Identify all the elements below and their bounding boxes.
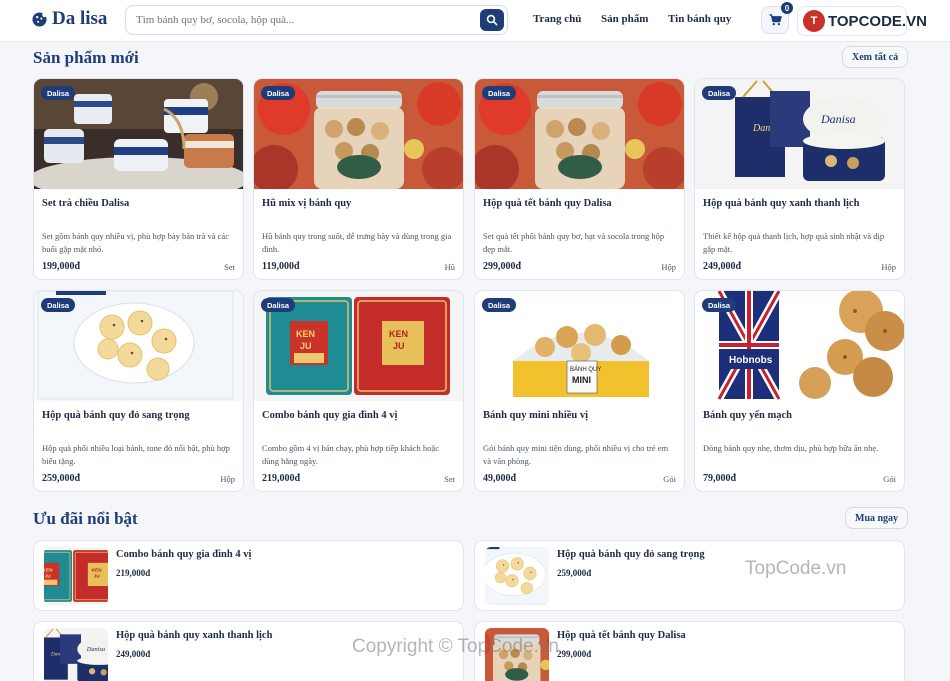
site-logo-text: Da lisa [52, 8, 108, 29]
svg-text:Hobnobs: Hobnobs [729, 355, 773, 366]
site-logo[interactable]: Da lisa [32, 8, 107, 30]
product-price: 199,000đ [42, 261, 81, 272]
buy-now-button[interactable]: Mua ngay [845, 507, 909, 529]
product-unit: Hộp [661, 262, 676, 272]
topcode-logo-icon: T [803, 10, 825, 32]
product-name[interactable]: Combo bánh quy gia đình 4 vị [262, 410, 397, 421]
svg-text:JU: JU [300, 341, 312, 351]
svg-text:JU: JU [45, 574, 52, 580]
svg-text:KEN: KEN [92, 567, 103, 573]
view-all-button[interactable]: Xem tất cả [842, 46, 909, 68]
product-card[interactable]: BÁNH QUY MINI Dalisa Bánh quy mini nhiều … [474, 290, 685, 492]
product-description: Thiết kế hộp quà thanh lịch, hợp quà sin… [703, 231, 885, 254]
nav-products[interactable]: Sản phẩm [601, 13, 648, 25]
new-products-title: Sản phẩm mới [33, 48, 139, 67]
product-description: Dòng bánh quy nhẹ, thơm dịu, phù hợp bữa… [703, 443, 879, 453]
product-description: Gói bánh quy mini tiện dùng, phối nhiều … [483, 443, 669, 466]
offer-card[interactable]: Danisa Danisa Hộp quà bánh quy xanh than… [33, 621, 464, 681]
product-unit: Hộp [881, 262, 896, 272]
offer-name[interactable]: Hộp quà bánh quy xanh thanh lịch [116, 630, 272, 641]
product-name[interactable]: Hộp quà tết bánh quy Dalisa [483, 198, 612, 209]
product-description: Hũ bánh quy trong suốt, dễ trưng bày và … [262, 231, 452, 254]
product-card[interactable]: Dalisa Set trà chiều Dalisa Set gồm bánh q… [33, 78, 244, 280]
offer-price: 299,000đ [557, 649, 592, 659]
product-tag: Dalisa [482, 86, 517, 100]
featured-offers-title: Ưu đãi nổi bật [33, 509, 138, 528]
offer-name[interactable]: Combo bánh quy gia đình 4 vị [116, 549, 251, 560]
offer-card[interactable]: Hộp quà bánh quy đỏ sang trọng 259,000đ [474, 540, 905, 611]
product-name[interactable]: Bánh quy mini nhiều vị [483, 410, 588, 421]
offer-price: 219,000đ [116, 568, 151, 578]
nav-home[interactable]: Trang chủ [533, 13, 581, 25]
svg-text:Danisa: Danisa [86, 646, 105, 653]
svg-text:JU: JU [393, 341, 405, 351]
product-tag: Dalisa [482, 298, 517, 312]
product-unit: Hũ [444, 262, 455, 272]
product-price: 79,000đ [703, 473, 737, 484]
product-price: 219,000đ [262, 473, 301, 484]
product-card[interactable]: Danisa Danisa Dalisa Hộp quà bánh quy xan… [694, 78, 905, 280]
topcode-logo: T TOPCODE.VN [803, 10, 927, 32]
product-description: Combo gồm 4 vị bán chạy, phù hợp tiếp kh… [262, 443, 439, 466]
svg-text:KEN: KEN [44, 567, 53, 573]
product-price: 49,000đ [483, 473, 517, 484]
offer-price: 249,000đ [116, 649, 151, 659]
product-price: 259,000đ [42, 473, 81, 484]
svg-text:Danisa: Danisa [820, 112, 856, 126]
cart-count-badge: 0 [781, 2, 793, 14]
product-name[interactable]: Set trà chiều Dalisa [42, 198, 129, 209]
product-price: 249,000đ [703, 261, 742, 272]
search-box [125, 5, 508, 35]
search-input[interactable] [136, 6, 476, 34]
product-unit: Gói [663, 474, 676, 484]
product-tag: Dalisa [702, 298, 737, 312]
product-card[interactable]: Hobnobs Dalisa Bánh quy yến mạch Dòng bánh… [694, 290, 905, 492]
topcode-logo-text: TOPCODE.VN [828, 12, 927, 30]
product-tag: Dalisa [41, 86, 76, 100]
product-unit: Gói [883, 474, 896, 484]
cookie-icon [32, 11, 47, 27]
product-name[interactable]: Bánh quy yến mạch [703, 410, 792, 421]
offer-card[interactable]: Hộp quà tết bánh quy Dalisa 299,000đ [474, 621, 905, 681]
product-card[interactable]: Dalisa Hộp quà bánh quy đỏ sang trọng Hộp … [33, 290, 244, 492]
offer-thumbnail[interactable] [485, 547, 549, 605]
search-icon [486, 14, 498, 26]
product-tag: Dalisa [261, 86, 296, 100]
product-unit: Set [224, 262, 235, 272]
product-tag: Dalisa [261, 298, 296, 312]
product-name[interactable]: Hộp quà bánh quy xanh thanh lịch [703, 198, 859, 209]
svg-text:BÁNH QUY: BÁNH QUY [570, 366, 601, 373]
offer-thumbnail[interactable] [485, 628, 549, 681]
product-price: 299,000đ [483, 261, 522, 272]
svg-text:KEN: KEN [389, 329, 408, 339]
offer-name[interactable]: Hộp quà bánh quy đỏ sang trọng [557, 549, 705, 560]
product-card[interactable]: Dalisa Hũ mix vị bánh quy Hũ bánh quy tron… [253, 78, 464, 280]
product-unit: Hộp [220, 474, 235, 484]
offer-thumbnail[interactable]: KEN JU KEN JU [44, 547, 108, 605]
product-card[interactable]: KEN JU KEN JU Dalisa Combo bánh quy gia đ… [253, 290, 464, 492]
product-description: Set quà tết phối bánh quy bơ, hạt và soc… [483, 231, 665, 254]
offer-name[interactable]: Hộp quà tết bánh quy Dalisa [557, 630, 686, 641]
offer-card[interactable]: KEN JU KEN JU Combo bánh quy gia đình 4 … [33, 540, 464, 611]
nav-cookie-news[interactable]: Tin bánh quy [668, 13, 731, 25]
svg-text:KEN: KEN [296, 329, 315, 339]
search-button[interactable] [480, 9, 504, 31]
site-header: Da lisa Trang chủ Sản phẩm Tin bánh quy … [0, 0, 950, 42]
svg-text:MINI: MINI [572, 375, 591, 385]
product-description: Set gồm bánh quy nhiều vị, phù hợp bày b… [42, 231, 229, 254]
product-tag: Dalisa [702, 86, 737, 100]
product-price: 119,000đ [262, 261, 300, 272]
svg-text:JU: JU [94, 574, 101, 580]
offer-thumbnail[interactable]: Danisa Danisa [44, 628, 108, 681]
product-tag: Dalisa [41, 298, 76, 312]
product-name[interactable]: Hũ mix vị bánh quy [262, 198, 351, 209]
offer-price: 259,000đ [557, 568, 592, 578]
product-description: Hộp quà phối nhiều loại bánh, tone đỏ nổ… [42, 443, 230, 466]
product-unit: Set [444, 474, 455, 484]
product-name[interactable]: Hộp quà bánh quy đỏ sang trọng [42, 410, 190, 421]
cart-icon [769, 14, 782, 26]
product-card[interactable]: Dalisa Hộp quà tết bánh quy Dalisa Set quà… [474, 78, 685, 280]
